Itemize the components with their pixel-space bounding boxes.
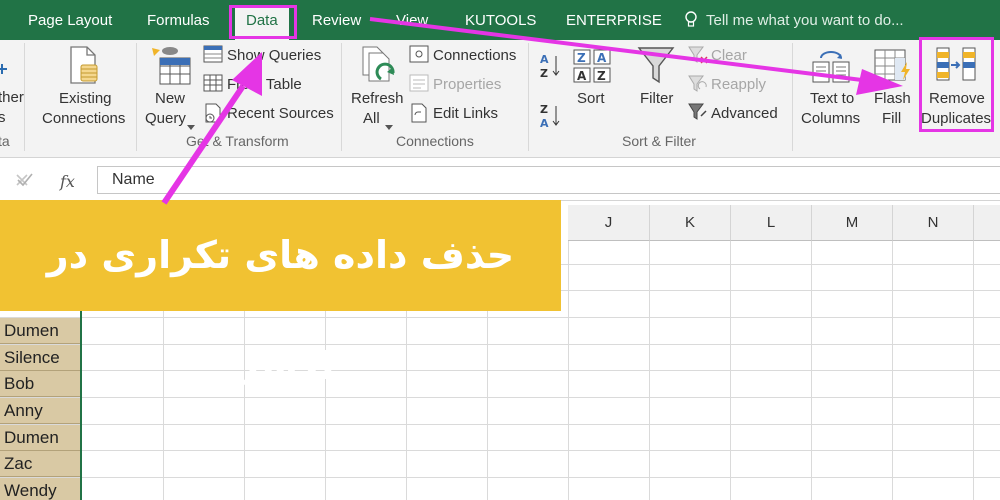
selection-border <box>80 300 82 500</box>
tab-formulas[interactable]: Formulas <box>147 0 210 40</box>
tab-kutools[interactable]: KUTOOLS <box>465 0 536 40</box>
ribbon-tab-bar: Page Layout Formulas Data Review View KU… <box>0 0 1000 40</box>
sort-button[interactable]: Sort <box>577 89 605 109</box>
new-query-line1[interactable]: New <box>155 89 185 109</box>
svg-text:A: A <box>577 69 587 83</box>
cell-a-5[interactable]: Dumen <box>0 425 80 451</box>
filter-button[interactable]: Filter <box>640 89 673 109</box>
svg-text:A: A <box>597 51 607 65</box>
text-to-columns-icon <box>811 48 851 89</box>
tab-review[interactable]: Review <box>312 0 361 40</box>
chevron-down-icon <box>385 117 393 135</box>
remove-duplicates-line2[interactable]: Duplicates <box>921 109 991 129</box>
advanced-filter-icon <box>688 103 708 126</box>
cell-a-1[interactable]: Dumen <box>0 318 80 344</box>
formula-input[interactable]: Name <box>97 166 1000 194</box>
sort-icon: ZAAZ <box>573 49 611 88</box>
filter-icon <box>637 46 675 91</box>
column-header-l[interactable]: L <box>731 205 812 241</box>
flash-fill-icon <box>873 48 913 89</box>
new-query-icon <box>150 44 194 91</box>
connections-button[interactable]: Connections <box>433 46 516 66</box>
clear-button[interactable]: Clear <box>711 46 747 66</box>
refresh-all-line1[interactable]: Refresh <box>351 89 404 109</box>
insert-function-icon[interactable]: fx <box>60 172 75 191</box>
svg-text:A: A <box>540 117 549 130</box>
existing-connections-line2[interactable]: Connections <box>42 109 125 129</box>
tell-me-search[interactable]: Tell me what you want to do... <box>706 0 904 40</box>
advanced-button[interactable]: Advanced <box>711 104 778 124</box>
column-header-k[interactable]: K <box>650 205 731 241</box>
cell-a-7[interactable]: Wendy <box>0 478 80 500</box>
flash-fill-line1[interactable]: Flash <box>874 89 911 109</box>
properties-icon <box>409 74 429 97</box>
existing-connections-line1[interactable]: Existing <box>59 89 112 109</box>
svg-text:Z: Z <box>540 103 548 116</box>
tab-data[interactable]: Data <box>235 6 289 40</box>
column-header-m[interactable]: M <box>812 205 893 241</box>
ribbon-data: ther s ta Existing Connections New Query… <box>0 40 1000 158</box>
flash-fill-line2[interactable]: Fill <box>882 109 901 129</box>
svg-text:Z: Z <box>540 67 548 80</box>
tab-page-layout[interactable]: Page Layout <box>28 0 112 40</box>
column-header-j[interactable]: J <box>568 205 650 241</box>
remove-duplicates-line1[interactable]: Remove <box>929 89 985 109</box>
existing-connections-icon <box>67 45 103 90</box>
cell-a-6[interactable]: Zac <box>0 451 80 477</box>
text-to-columns-line2[interactable]: Columns <box>801 109 860 129</box>
edit-links-icon <box>409 103 429 128</box>
from-table-button[interactable]: From Table <box>227 75 302 95</box>
reapply-icon <box>688 75 708 98</box>
sort-descending-icon: ZA <box>540 102 562 135</box>
reapply-button[interactable]: Reapply <box>711 75 766 95</box>
plus-icon <box>0 62 8 80</box>
column-header-o[interactable] <box>974 205 1000 241</box>
svg-text:A: A <box>540 53 549 66</box>
recent-sources-button[interactable]: Recent Sources <box>227 104 334 124</box>
cell-a-4[interactable]: Anny <box>0 398 80 424</box>
group-label-connections: Connections <box>396 133 474 149</box>
formula-bar: fx Name <box>0 158 1000 201</box>
group-label-get-transform: Get & Transform <box>186 133 289 149</box>
svg-text:Z: Z <box>577 51 586 65</box>
from-table-icon <box>203 74 223 97</box>
connections-icon <box>409 45 429 68</box>
text-to-columns-line1[interactable]: Text to <box>810 89 854 109</box>
remove-duplicates-icon <box>935 46 977 89</box>
get-external-data-label[interactable]: ther <box>0 88 24 108</box>
clear-filter-icon <box>688 46 708 69</box>
sort-ascending-icon: AZ <box>540 52 562 85</box>
confirm-icon[interactable] <box>16 172 34 193</box>
show-queries-button[interactable]: Show Queries <box>227 46 321 66</box>
cell-a-3[interactable]: Bob <box>0 371 80 397</box>
refresh-all-line2[interactable]: All <box>363 109 380 129</box>
show-queries-icon <box>203 45 223 68</box>
recent-sources-icon <box>203 103 223 128</box>
title-banner: حذف داده های تکراری در اکسل <box>0 200 561 388</box>
edit-links-button[interactable]: Edit Links <box>433 104 498 124</box>
new-query-line2[interactable]: Query <box>145 109 186 129</box>
tab-enterprise[interactable]: ENTERPRISE <box>566 0 662 40</box>
lightbulb-icon <box>684 11 698 34</box>
tab-view[interactable]: View <box>396 0 428 40</box>
group-label-get-data: ta <box>0 133 10 149</box>
get-external-data-label-2[interactable]: s <box>0 108 6 128</box>
refresh-all-icon <box>359 45 399 92</box>
column-header-n[interactable]: N <box>893 205 974 241</box>
banner-title: حذف داده های تکراری در اکسل <box>46 233 515 388</box>
svg-text:Z: Z <box>597 69 606 83</box>
group-label-sort-filter: Sort & Filter <box>622 133 696 149</box>
cell-a-2[interactable]: Silence <box>0 345 80 371</box>
properties-button[interactable]: Properties <box>433 75 501 95</box>
